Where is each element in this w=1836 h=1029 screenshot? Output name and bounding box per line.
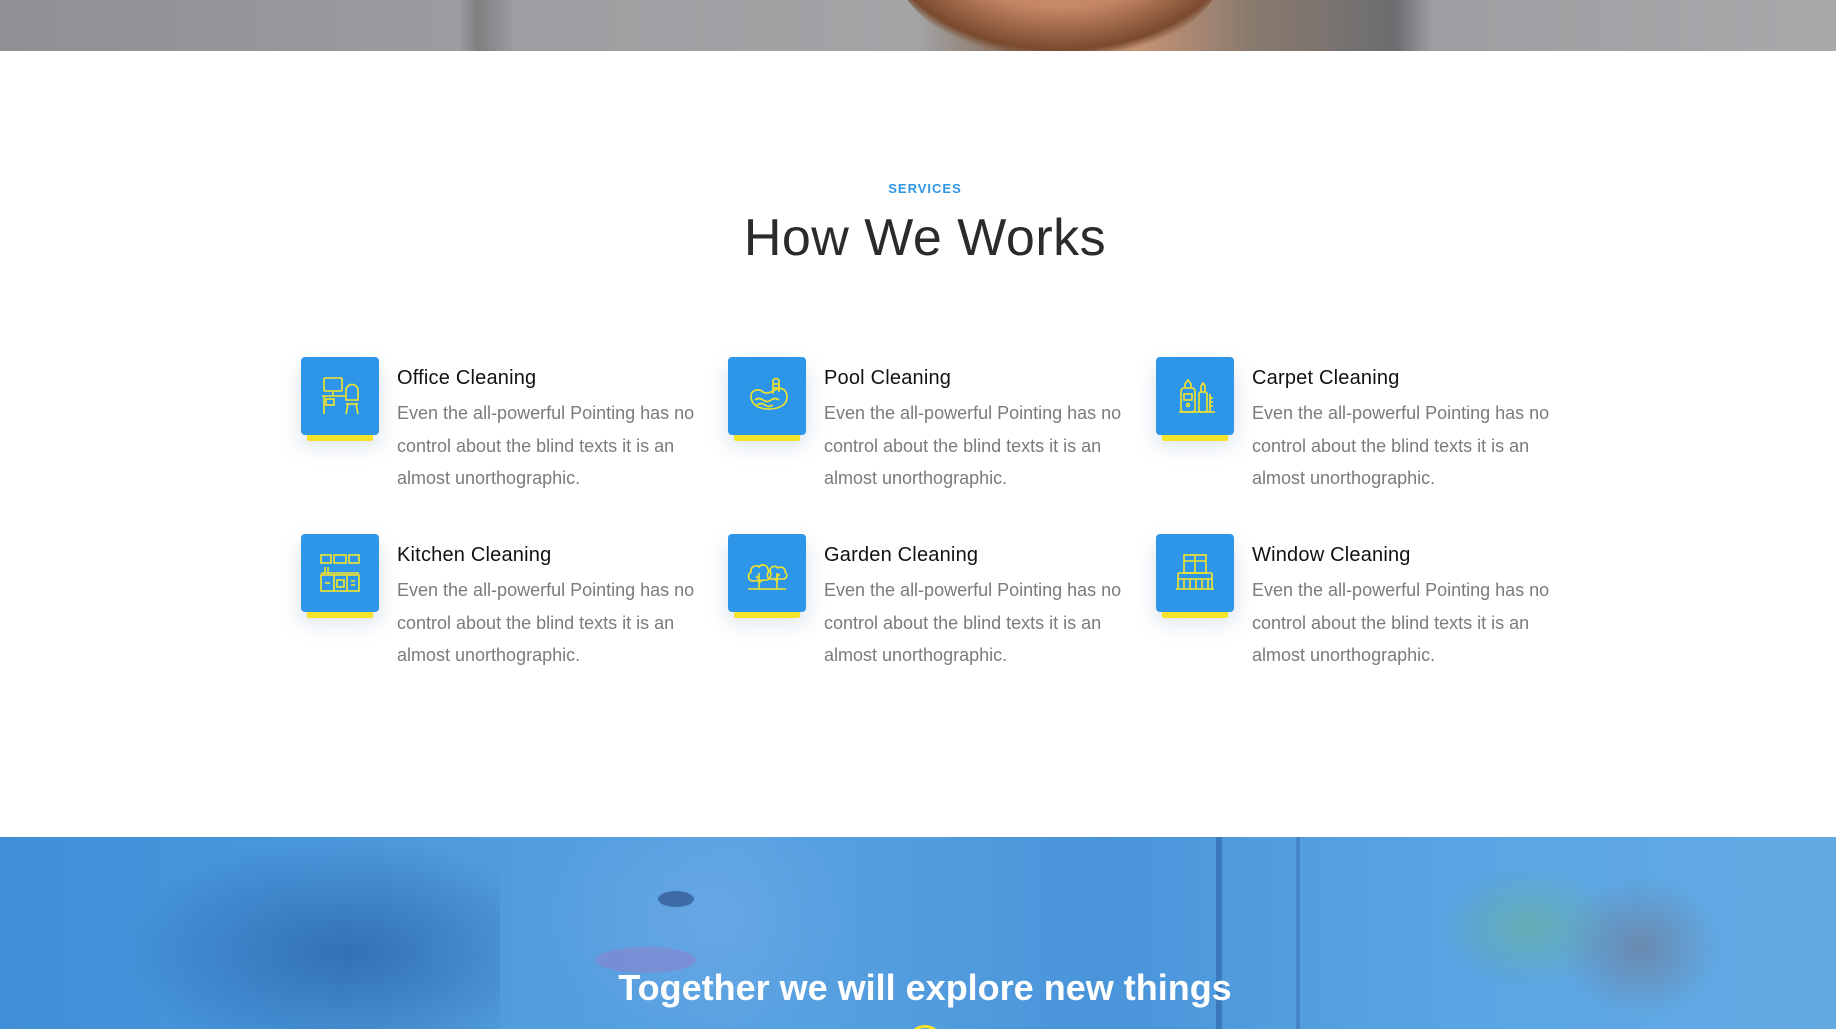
service-card-kitchen: Kitchen Cleaning Even the all-powerful P… bbox=[301, 534, 721, 674]
service-card-carpet: Carpet Cleaning Even the all-powerful Po… bbox=[1156, 357, 1576, 497]
service-icon-wrap bbox=[728, 534, 806, 618]
window-balcony-icon bbox=[1176, 554, 1214, 590]
service-card-garden: Garden Cleaning Even the all-powerful Po… bbox=[728, 534, 1148, 674]
hero-image-bottom bbox=[0, 0, 1836, 51]
service-title: Carpet Cleaning bbox=[1252, 367, 1400, 389]
services-section: SERVICES How We Works Office Cleaning Ev… bbox=[0, 51, 1836, 837]
service-icon-wrap bbox=[1156, 357, 1234, 441]
service-card-pool: Pool Cleaning Even the all-powerful Poin… bbox=[728, 357, 1148, 497]
section-heading: How We Works bbox=[743, 209, 1107, 267]
hero-person-image bbox=[880, 0, 1240, 51]
cta-banner: Together we will explore new things bbox=[0, 837, 1836, 1029]
play-button[interactable] bbox=[907, 1025, 943, 1029]
service-card-office: Office Cleaning Even the all-powerful Po… bbox=[301, 357, 721, 497]
service-title: Office Cleaning bbox=[397, 367, 537, 389]
service-title: Window Cleaning bbox=[1252, 544, 1411, 566]
service-card-window: Window Cleaning Even the all-powerful Po… bbox=[1156, 534, 1576, 674]
service-icon-wrap bbox=[301, 357, 379, 441]
service-description: Even the all-powerful Pointing has no co… bbox=[397, 403, 695, 488]
service-title: Pool Cleaning bbox=[824, 367, 952, 389]
service-description: Even the all-powerful Pointing has no co… bbox=[397, 580, 695, 665]
office-desk-icon bbox=[322, 377, 359, 415]
kitchen-icon bbox=[320, 554, 360, 592]
pool-icon bbox=[750, 377, 788, 410]
service-title: Garden Cleaning bbox=[824, 544, 979, 566]
service-icon-wrap bbox=[1156, 534, 1234, 618]
service-description: Even the all-powerful Pointing has no co… bbox=[1252, 580, 1550, 665]
service-icon-wrap bbox=[301, 534, 379, 618]
cta-title: Together we will explore new things bbox=[618, 967, 1232, 1008]
service-description: Even the all-powerful Pointing has no co… bbox=[824, 580, 1122, 665]
service-description: Even the all-powerful Pointing has no co… bbox=[1252, 403, 1550, 488]
service-description: Even the all-powerful Pointing has no co… bbox=[824, 403, 1122, 488]
garden-trees-icon bbox=[747, 564, 788, 590]
section-eyebrow: SERVICES bbox=[888, 181, 962, 196]
carpet-vacuum-icon bbox=[1179, 378, 1215, 413]
service-title: Kitchen Cleaning bbox=[397, 544, 552, 566]
service-icon-wrap bbox=[728, 357, 806, 441]
